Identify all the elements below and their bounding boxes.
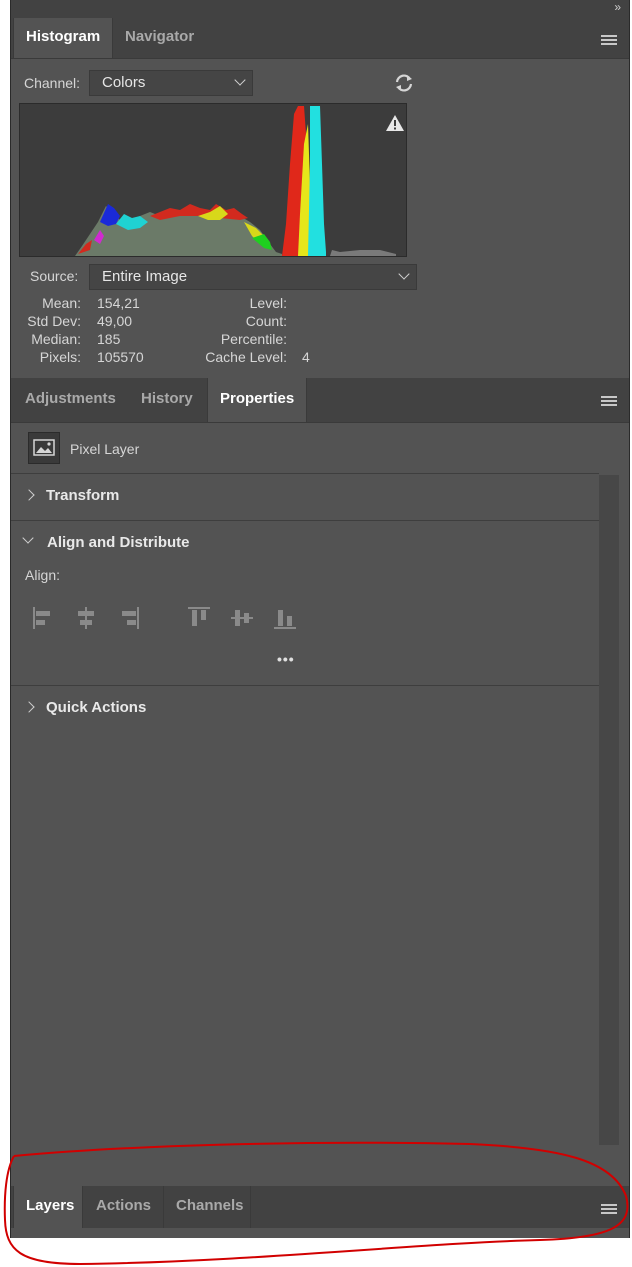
red-annotation-loop <box>3 1141 629 1266</box>
